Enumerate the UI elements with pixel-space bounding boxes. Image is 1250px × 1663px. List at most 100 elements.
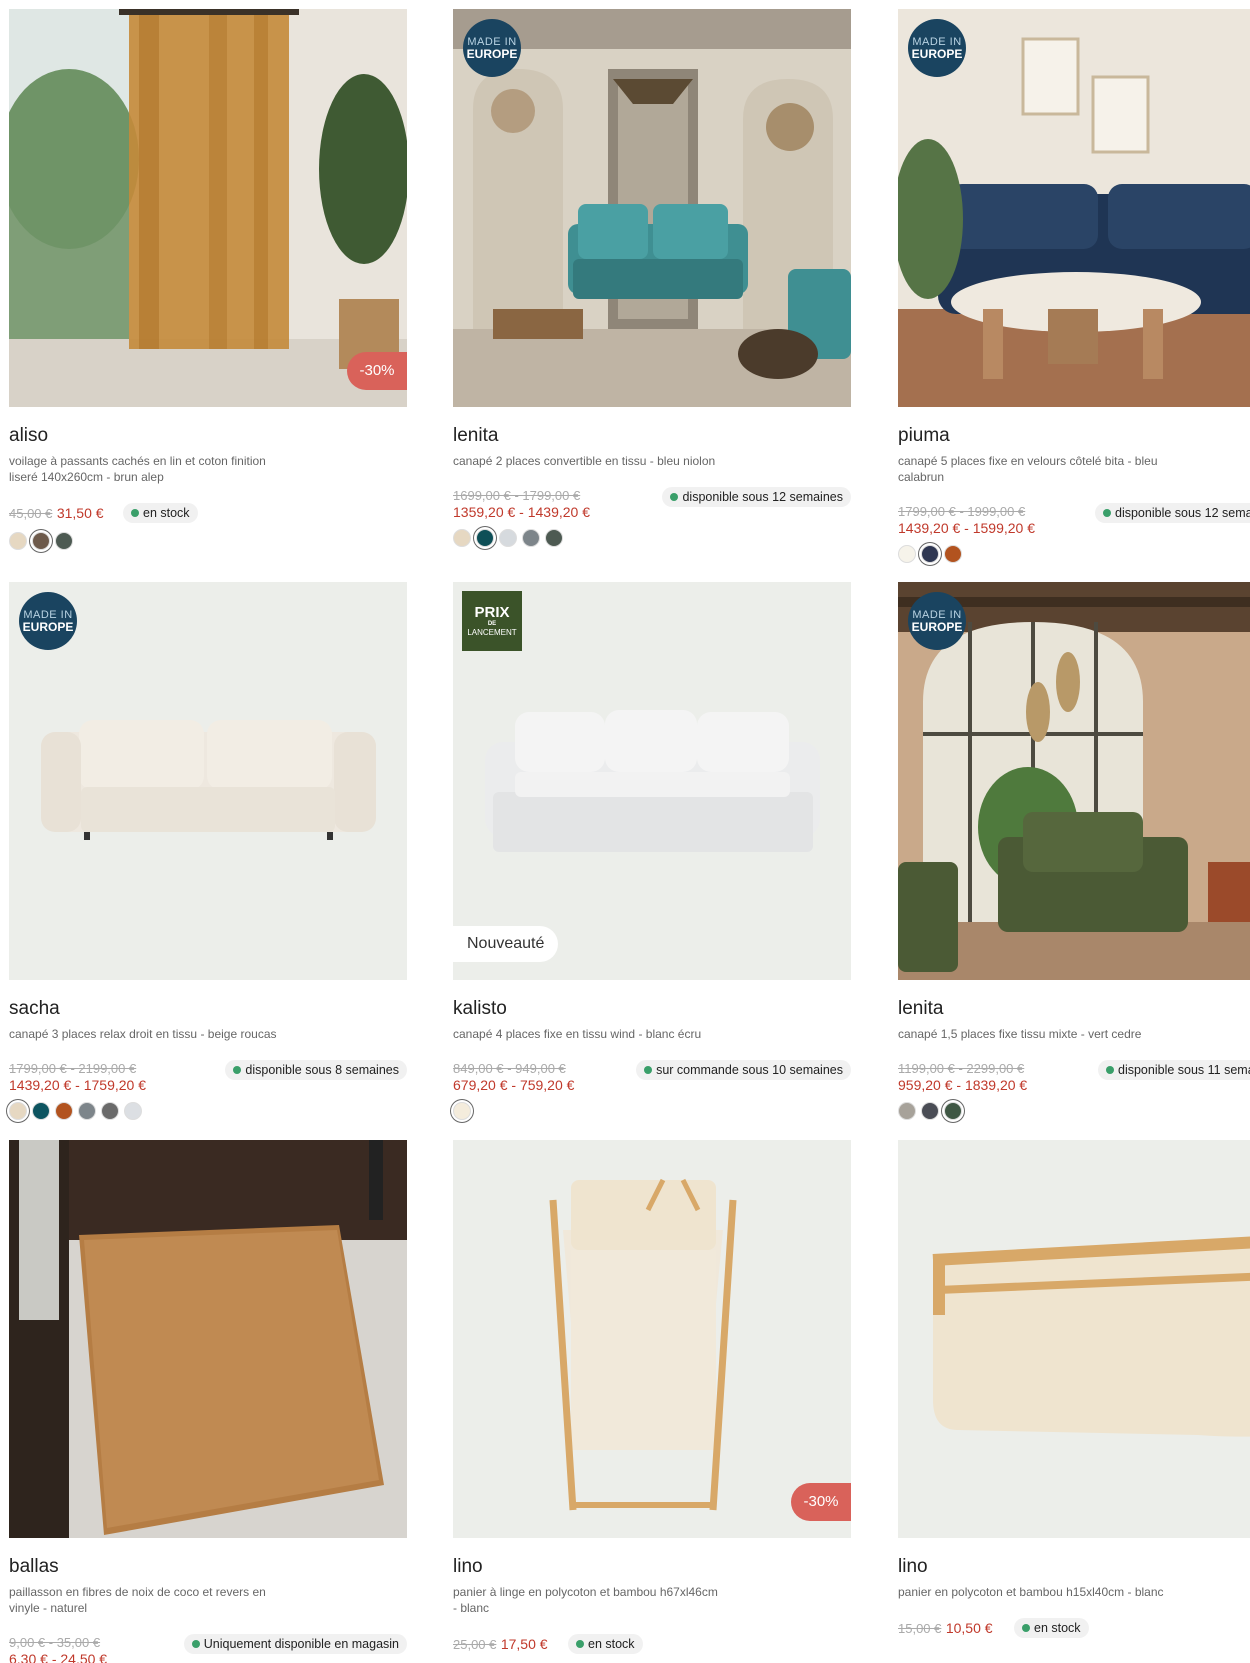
old-price: 9,00 € - 35,00 € [9, 1635, 101, 1650]
availability-badge: sur commande sous 10 semaines [636, 1060, 851, 1080]
color-swatch[interactable] [944, 545, 962, 563]
old-price: 849,00 € - 949,00 € [453, 1061, 566, 1076]
product-description: canapé 2 places convertible en tissu - b… [453, 454, 716, 468]
sale-price: 17,50 € [500, 1636, 548, 1652]
product-name[interactable]: lino [453, 1556, 483, 1578]
availability-badge: en stock [1014, 1618, 1089, 1638]
europe-label: EUROPE [911, 620, 963, 634]
availability-badge: disponible sous 12 semaines [1095, 503, 1250, 523]
product-description: canapé 3 places relax droit en tissu - b… [9, 1027, 277, 1041]
product-image[interactable]: MADE IN EUROPE [898, 9, 1250, 407]
product-card[interactable]: -30% aliso voilage à passants cachés en … [9, 9, 407, 550]
old-price: 25,00 € [453, 1637, 497, 1652]
product-card[interactable]: MADE IN EUROPE piuma canapé 5 places fix… [898, 9, 1250, 563]
europe-label: EUROPE [466, 47, 518, 61]
product-name[interactable]: sacha [9, 998, 60, 1020]
status-dot-icon [1103, 509, 1111, 517]
made-in-europe-badge: MADE IN EUROPE [463, 19, 521, 77]
product-image[interactable] [9, 1140, 407, 1538]
availability-badge: disponible sous 11 semaines [1098, 1060, 1250, 1080]
product-image[interactable]: -30% [453, 1140, 851, 1538]
europe-label: EUROPE [911, 47, 963, 61]
availability-text: en stock [1034, 1621, 1081, 1635]
product-card[interactable]: MADE IN EUROPE lenita canapé 2 places co… [453, 9, 851, 547]
product-name[interactable]: lino [898, 1556, 928, 1578]
status-dot-icon [191, 1640, 200, 1648]
status-dot-icon [1106, 1066, 1114, 1074]
availability-badge: en stock [123, 503, 198, 523]
color-swatch[interactable] [32, 1102, 50, 1120]
color-swatch[interactable] [921, 545, 939, 563]
product-image[interactable]: MADE IN EUROPE [898, 582, 1250, 980]
sale-price: 31,50 € [56, 505, 104, 521]
color-swatch[interactable] [898, 1102, 916, 1120]
status-dot-icon [670, 493, 679, 501]
product-name[interactable]: aliso [9, 425, 48, 447]
product-card[interactable]: MADE IN EUROPE lenita canapé 1,5 places … [898, 582, 1250, 1120]
product-name[interactable]: lenita [453, 425, 498, 447]
lancement-label: LANCEMENT [467, 628, 517, 637]
product-description: paillasson en fibres de noix de coco et … [9, 1585, 266, 1615]
availability-text: disponible sous 11 semaines [1118, 1063, 1250, 1077]
product-image[interactable]: -30% [9, 9, 407, 407]
color-swatch[interactable] [921, 1102, 939, 1120]
launch-price-badge: PRIX DE LANCEMENT [462, 591, 522, 651]
old-price: 15,00 € [898, 1621, 942, 1636]
product-image[interactable] [898, 1140, 1250, 1538]
sale-price: 10,50 € [945, 1620, 993, 1636]
product-card[interactable]: MADE IN EUROPE sacha canapé 3 places rel… [9, 582, 407, 1120]
sale-price: 1359,20 € - 1439,20 € [453, 504, 591, 520]
color-swatch[interactable] [453, 529, 471, 547]
color-swatch[interactable] [32, 532, 50, 550]
color-swatch[interactable] [124, 1102, 142, 1120]
color-swatch[interactable] [944, 1102, 962, 1120]
status-dot-icon [644, 1066, 653, 1074]
discount-badge: -30% [791, 1483, 851, 1521]
product-name[interactable]: kalisto [453, 998, 507, 1020]
color-swatch[interactable] [499, 529, 517, 547]
new-badge: Nouveauté [453, 926, 559, 962]
product-description: panier à linge en polycoton et bambou h6… [453, 1585, 718, 1615]
product-card[interactable]: ballas paillasson en fibres de noix de c… [9, 1140, 407, 1663]
sale-price: 1439,20 € - 1759,20 € [9, 1077, 147, 1093]
sale-price: 959,20 € - 1839,20 € [898, 1077, 1028, 1093]
color-swatch[interactable] [55, 1102, 73, 1120]
color-swatch[interactable] [522, 529, 540, 547]
product-card[interactable]: PRIX DE LANCEMENT Nouveauté kalisto cana… [453, 582, 851, 1120]
de-label: DE [487, 621, 497, 627]
color-swatch[interactable] [898, 545, 916, 563]
made-in-europe-badge: MADE IN EUROPE [908, 592, 966, 650]
availability-text: disponible sous 8 semaines [245, 1063, 399, 1077]
color-swatch[interactable] [101, 1102, 119, 1120]
color-swatch[interactable] [55, 532, 73, 550]
product-image[interactable]: MADE IN EUROPE [453, 9, 851, 407]
made-in-europe-badge: MADE IN EUROPE [19, 592, 77, 650]
product-name[interactable]: ballas [9, 1556, 59, 1578]
color-swatch[interactable] [476, 529, 494, 547]
product-name[interactable]: lenita [898, 998, 943, 1020]
product-name[interactable]: piuma [898, 425, 950, 447]
product-image[interactable]: PRIX DE LANCEMENT Nouveauté [453, 582, 851, 980]
color-swatch[interactable] [545, 529, 563, 547]
color-swatch[interactable] [78, 1102, 96, 1120]
product-description: canapé 4 places fixe en tissu wind - bla… [453, 1027, 702, 1041]
prix-label: PRIX [474, 604, 510, 621]
sale-price: 679,20 € - 759,20 € [453, 1077, 575, 1093]
product-image[interactable]: MADE IN EUROPE [9, 582, 407, 980]
color-swatches [898, 545, 962, 563]
color-swatches [898, 1102, 962, 1120]
europe-label: EUROPE [22, 620, 74, 634]
color-swatches [9, 532, 73, 550]
availability-text: en stock [143, 506, 190, 520]
product-description: panier en polycoton et bambou h15xl40cm … [898, 1585, 1164, 1599]
color-swatch[interactable] [9, 1102, 27, 1120]
availability-text: disponible sous 12 semaines [1115, 506, 1250, 520]
product-card[interactable]: lino panier en polycoton et bambou h15xl… [898, 1140, 1250, 1638]
old-price: 45,00 € [9, 506, 53, 521]
status-dot-icon [1022, 1624, 1030, 1632]
color-swatch[interactable] [9, 532, 27, 550]
color-swatch[interactable] [453, 1102, 471, 1120]
product-description: voilage à passants cachés en lin et coto… [9, 454, 266, 484]
product-card[interactable]: -30% lino panier à linge en polycoton et… [453, 1140, 851, 1654]
sale-price: 6,30 € - 24,50 € [9, 1651, 108, 1663]
